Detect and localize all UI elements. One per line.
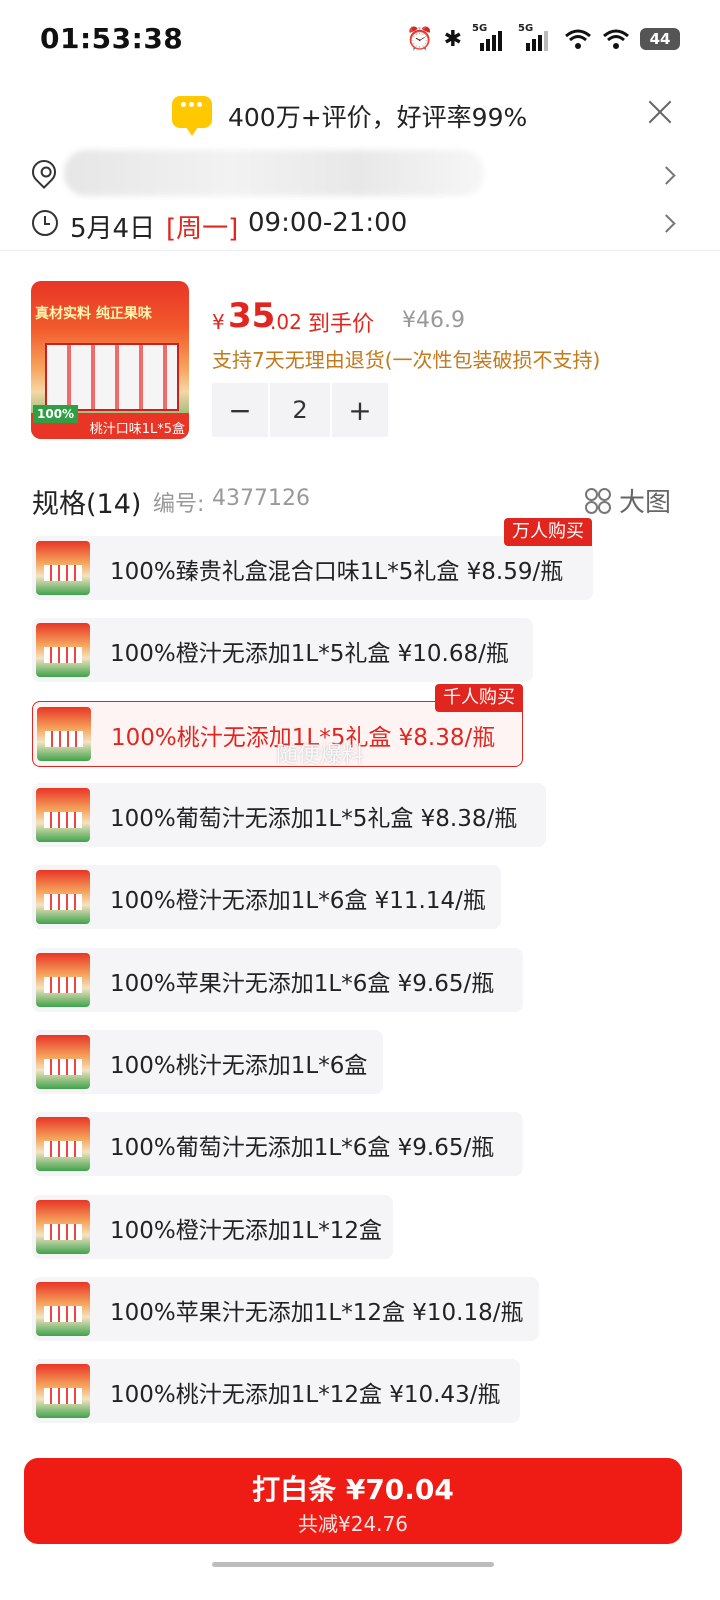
chevron-right-icon bbox=[657, 166, 676, 185]
product-image-badge: 100% bbox=[33, 405, 79, 423]
spec-option[interactable]: 100%桃汁无添加1L*6盒 bbox=[32, 1030, 383, 1094]
clock-icon bbox=[32, 210, 58, 236]
product-image-tagline: 真材实料 纯正果味 bbox=[35, 306, 152, 322]
delivery-hours: 09:00-21:00 bbox=[248, 208, 408, 238]
price-decimal: .02 bbox=[270, 310, 302, 334]
spec-thumbnail bbox=[36, 1282, 90, 1336]
discount-total: 共减¥24.76 bbox=[298, 1512, 408, 1536]
network-type-label: 5G bbox=[472, 23, 488, 34]
spec-option[interactable]: 100%橙汁无添加1L*12盒 bbox=[32, 1195, 393, 1259]
popularity-badge: 万人购买 bbox=[504, 518, 592, 546]
price-integer: 35 bbox=[228, 296, 276, 336]
pay-later-button[interactable]: 打白条 ¥70.04 共减¥24.76 bbox=[24, 1458, 682, 1544]
pay-later-total: 打白条 ¥70.04 bbox=[252, 1473, 454, 1506]
delivery-weekday: [周一] bbox=[166, 214, 239, 244]
delivery-time-row[interactable]: 5月4日 [周一] 09:00-21:00 bbox=[0, 200, 720, 250]
spec-option[interactable]: 100%苹果汁无添加1L*6盒 ¥9.65/瓶 bbox=[32, 948, 523, 1012]
spec-option-label: 100%橙汁无添加1L*5礼盒 ¥10.68/瓶 bbox=[110, 641, 509, 667]
clock-time: 01:53:38 bbox=[40, 22, 184, 55]
spec-thumbnail bbox=[36, 623, 90, 677]
close-icon[interactable] bbox=[648, 100, 672, 124]
signal-icon-2: 5G bbox=[518, 23, 554, 53]
spec-option[interactable]: 100%葡萄汁无添加1L*6盒 ¥9.65/瓶 bbox=[32, 1112, 523, 1176]
spec-thumbnail bbox=[36, 788, 90, 842]
bluetooth-icon: ✱ bbox=[443, 26, 462, 52]
chevron-right-icon bbox=[657, 214, 676, 233]
wifi-icon bbox=[564, 24, 592, 54]
signal-icon: 5G bbox=[472, 23, 508, 53]
delivery-date: 5月4日 bbox=[70, 214, 156, 244]
popularity-badge: 千人购买 bbox=[435, 684, 523, 712]
return-policy: 支持7天无理由退货(一次性包装破损不支持) bbox=[212, 348, 601, 372]
product-image[interactable]: 真材实料 纯正果味 100% 桃汁口味1L*5盒 bbox=[31, 281, 189, 439]
spec-option-label: 100%苹果汁无添加1L*6盒 ¥9.65/瓶 bbox=[110, 971, 495, 997]
spec-option[interactable]: 100%桃汁无添加1L*12盒 ¥10.43/瓶 bbox=[32, 1359, 520, 1423]
big-view-label: 大图 bbox=[619, 488, 672, 518]
product-image-caption-text: 桃汁口味1L*5盒 bbox=[89, 422, 185, 437]
increase-quantity-button[interactable]: + bbox=[332, 383, 388, 437]
price-label: 到手价 bbox=[308, 312, 375, 337]
grid-icon bbox=[585, 487, 611, 514]
spec-option-label: 100%桃汁无添加1L*12盒 ¥10.43/瓶 bbox=[110, 1382, 501, 1408]
spec-title: 规格(14) bbox=[32, 489, 142, 520]
spec-thumbnail bbox=[36, 1035, 90, 1089]
spec-header: 规格(14) 编号: 4377126 大图 bbox=[0, 478, 720, 522]
original-price: ¥46.9 bbox=[402, 308, 465, 333]
review-summary: 400万+评价，好评率99% bbox=[228, 103, 528, 132]
wifi-icon-2 bbox=[602, 24, 630, 54]
spec-thumbnail bbox=[37, 707, 91, 761]
spec-option-label: 100%苹果汁无添加1L*12盒 ¥10.18/瓶 bbox=[110, 1300, 524, 1326]
status-icons: ⏰ ✱ 5G 5G 44 bbox=[406, 23, 680, 54]
spec-option-label: 100%桃汁无添加1L*6盒 bbox=[110, 1053, 368, 1079]
spec-code: 4377126 bbox=[212, 486, 310, 511]
chat-bubble-icon bbox=[172, 96, 212, 136]
spec-option-label: 100%葡萄汁无添加1L*6盒 ¥9.65/瓶 bbox=[110, 1135, 495, 1161]
spec-option[interactable]: 100%橙汁无添加1L*6盒 ¥11.14/瓶 bbox=[32, 865, 501, 929]
spec-option-label: 100%臻贵礼盒混合口味1L*5礼盒 ¥8.59/瓶 bbox=[110, 559, 564, 585]
location-pin-icon bbox=[27, 155, 61, 189]
spec-thumbnail bbox=[36, 953, 90, 1007]
divider bbox=[0, 250, 720, 251]
battery-icon: 44 bbox=[640, 28, 680, 50]
alarm-icon: ⏰ bbox=[406, 26, 434, 52]
spec-thumbnail bbox=[36, 541, 90, 595]
spec-option-label: 100%橙汁无添加1L*12盒 bbox=[110, 1218, 382, 1244]
home-indicator[interactable] bbox=[212, 1562, 494, 1567]
quantity-stepper: − 2 + bbox=[212, 383, 388, 437]
spec-option[interactable]: 100%橙汁无添加1L*5礼盒 ¥10.68/瓶 bbox=[32, 618, 533, 682]
product-boxes-graphic bbox=[45, 343, 179, 411]
spec-thumbnail bbox=[36, 1364, 90, 1418]
spec-thumbnail bbox=[36, 870, 90, 924]
status-bar: 01:53:38 ⏰ ✱ 5G 5G 44 bbox=[0, 0, 720, 80]
spec-option[interactable]: 100%臻贵礼盒混合口味1L*5礼盒 ¥8.59/瓶 万人购买 bbox=[32, 518, 593, 600]
price-currency: ¥ bbox=[212, 310, 225, 334]
spec-option[interactable]: 100%葡萄汁无添加1L*5礼盒 ¥8.38/瓶 bbox=[32, 783, 546, 847]
product-image-caption: 100% 桃汁口味1L*5盒 bbox=[31, 405, 189, 439]
spec-option[interactable]: 100%苹果汁无添加1L*12盒 ¥10.18/瓶 bbox=[32, 1277, 539, 1341]
spec-thumbnail bbox=[36, 1117, 90, 1171]
spec-option-label: 100%葡萄汁无添加1L*5礼盒 ¥8.38/瓶 bbox=[110, 806, 518, 832]
address-redacted bbox=[64, 150, 484, 196]
spec-code-label: 编号: bbox=[153, 492, 205, 517]
network-type-label-2: 5G bbox=[518, 23, 534, 34]
big-view-button[interactable]: 大图 bbox=[585, 482, 671, 519]
spec-option-label: 100%橙汁无添加1L*6盒 ¥11.14/瓶 bbox=[110, 888, 486, 914]
decrease-quantity-button[interactable]: − bbox=[212, 383, 268, 437]
review-banner: 400万+评价，好评率99% bbox=[0, 88, 720, 144]
spec-thumbnail bbox=[36, 1200, 90, 1254]
watermark: 随便爆料 bbox=[276, 743, 365, 768]
quantity-value[interactable]: 2 bbox=[270, 383, 330, 437]
address-row[interactable] bbox=[0, 150, 720, 200]
